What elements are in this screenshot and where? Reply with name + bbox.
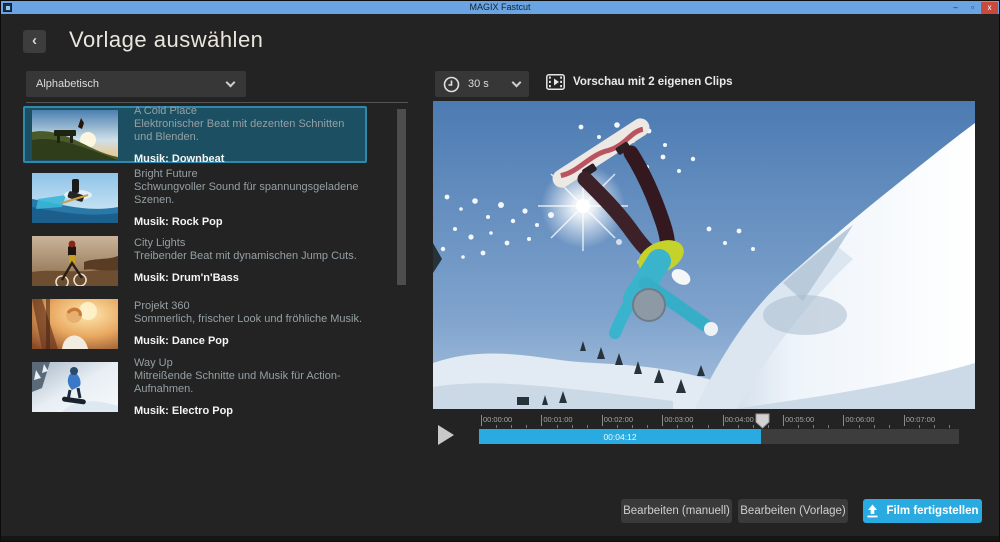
edit-manual-button[interactable]: Bearbeiten (manuell) xyxy=(621,499,732,523)
template-description: Mitreißende Schnitte und Musik für Actio… xyxy=(134,370,365,396)
template-list: A Cold Place Elektronischer Beat mit dez… xyxy=(23,106,367,421)
chevron-down-icon xyxy=(226,78,236,88)
template-title: Way Up xyxy=(134,357,365,370)
duration-dropdown[interactable]: 30 s xyxy=(435,71,529,97)
thumbnail-bright-future-art xyxy=(32,173,118,223)
clock-icon xyxy=(443,76,460,93)
play-button[interactable] xyxy=(438,425,454,445)
template-thumbnail xyxy=(32,236,118,286)
thumbnail-cold-place-art xyxy=(32,110,118,160)
thumbnail-city-lights-art xyxy=(32,236,118,286)
window-bottom-edge xyxy=(1,536,999,541)
template-thumbnail xyxy=(32,299,118,349)
template-thumbnail xyxy=(32,362,118,412)
timeline-progress-fill: 00:04:12 xyxy=(479,429,761,444)
template-music: Musik: Rock Pop xyxy=(134,216,365,228)
finish-film-label: Film fertigstellen xyxy=(886,505,978,517)
template-item-city-lights[interactable]: City Lights Treibender Beat mit dynamisc… xyxy=(23,232,367,289)
template-music: Musik: Drum'n'Bass xyxy=(134,272,357,284)
preview-clips-text: Vorschau mit 2 eigenen Clips xyxy=(573,76,733,88)
template-description: Sommerlich, frischer Look und fröhliche … xyxy=(134,313,362,326)
template-title: Projekt 360 xyxy=(134,300,362,313)
template-description: Treibender Beat mit dynamischen Jump Cut… xyxy=(134,250,357,263)
template-item-a-cold-place[interactable]: A Cold Place Elektronischer Beat mit dez… xyxy=(23,106,367,163)
filmstrip-play-icon xyxy=(546,74,565,90)
template-title: A Cold Place xyxy=(134,105,365,118)
list-separator xyxy=(26,102,408,103)
preview-clips-label: Vorschau mit 2 eigenen Clips xyxy=(546,74,733,90)
template-title: City Lights xyxy=(134,237,357,250)
edit-manual-label: Bearbeiten (manuell) xyxy=(623,505,730,517)
page-title: Vorlage auswählen xyxy=(69,27,263,53)
template-thumbnail xyxy=(32,173,118,223)
thumbnail-way-up-art xyxy=(32,362,118,412)
playhead-marker[interactable] xyxy=(755,413,770,429)
template-description: Elektronischer Beat mit dezenten Schnitt… xyxy=(134,118,365,144)
titlebar: MAGIX Fastcut – ▫ x xyxy=(1,1,999,14)
sort-dropdown-value: Alphabetisch xyxy=(36,78,99,90)
back-button[interactable]: ‹ xyxy=(23,30,46,53)
scrollbar-thumb[interactable] xyxy=(397,109,406,285)
template-music: Musik: Electro Pop xyxy=(134,405,365,417)
template-description: Schwungvoller Sound für spannungsgeladen… xyxy=(134,181,365,207)
close-button[interactable]: x xyxy=(981,2,998,14)
minimize-button[interactable]: – xyxy=(947,2,964,14)
template-title: Bright Future xyxy=(134,168,365,181)
edit-template-button[interactable]: Bearbeiten (Vorlage) xyxy=(738,499,848,523)
timeline-ruler[interactable]: 00:00:0000:01:0000:02:0000:03:0000:04:00… xyxy=(479,415,959,428)
timeline-progress[interactable]: 00:04:12 xyxy=(479,429,959,444)
template-thumbnail xyxy=(32,110,118,160)
sort-dropdown[interactable]: Alphabetisch xyxy=(26,71,246,97)
template-item-projekt-360[interactable]: Projekt 360 Sommerlich, frischer Look un… xyxy=(23,295,367,352)
finish-film-button[interactable]: Film fertigstellen xyxy=(863,499,982,523)
template-item-bright-future[interactable]: Bright Future Schwungvoller Sound für sp… xyxy=(23,169,367,226)
window-title: MAGIX Fastcut xyxy=(1,1,999,14)
template-music: Musik: Dance Pop xyxy=(134,335,362,347)
upload-icon xyxy=(866,504,879,518)
edit-template-label: Bearbeiten (Vorlage) xyxy=(740,505,845,517)
template-list-scrollbar[interactable] xyxy=(397,106,406,418)
chevron-down-icon xyxy=(512,78,522,88)
maximize-button[interactable]: ▫ xyxy=(964,2,981,14)
template-music: Musik: Downbeat xyxy=(134,153,365,165)
current-time-label: 00:04:12 xyxy=(603,432,636,442)
back-icon: ‹ xyxy=(32,32,37,49)
video-preview[interactable] xyxy=(433,101,975,409)
duration-value: 30 s xyxy=(468,78,489,90)
snowboarder-frame xyxy=(433,101,975,409)
thumbnail-projekt-360-art xyxy=(32,299,118,349)
template-item-way-up[interactable]: Way Up Mitreißende Schnitte und Musik fü… xyxy=(23,358,367,415)
